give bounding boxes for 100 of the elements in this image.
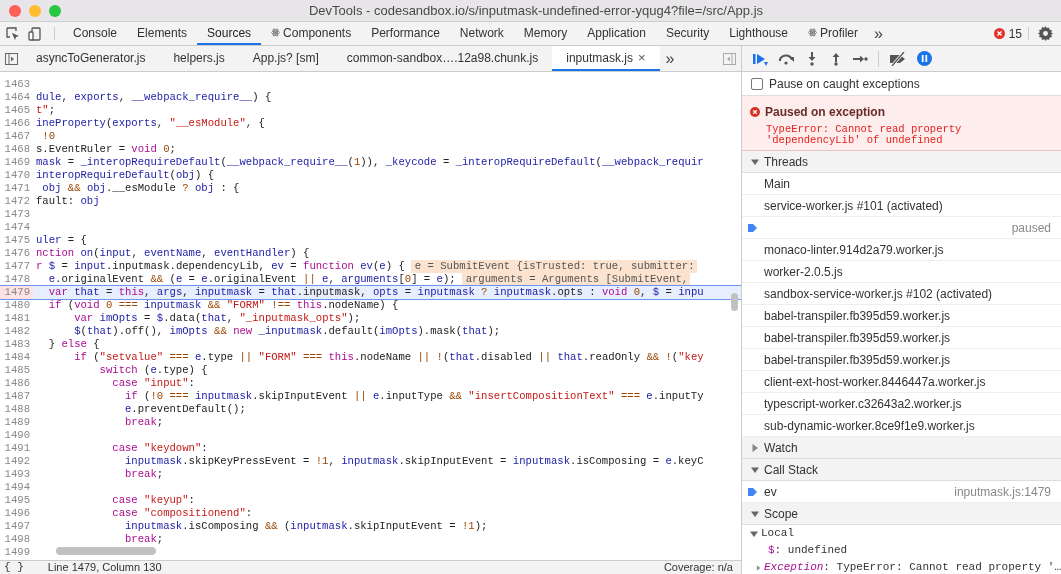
collapsed-triangle-icon <box>756 563 761 572</box>
expanded-triangle-icon <box>751 465 759 474</box>
line-number: 1499 <box>3 546 31 559</box>
error-counter[interactable]: 15 <box>987 22 1028 45</box>
code-line: e.preventDefault(); <box>124 403 246 416</box>
code-line: if (void 0 === inputmask && "FORM" !== this.nodeName) { <box>47 299 399 312</box>
code-line: !0 <box>41 130 56 143</box>
line-number: 1488 <box>3 403 31 416</box>
code-line: if ("setvalue" === e.type || "FORM" === this.nodeName || !(that.disabled || that.readOnly && !("key <box>73 351 704 364</box>
thread-item[interactable]: Main <box>742 173 1061 195</box>
code-line: case "compositionend": <box>111 507 253 520</box>
resume-icon[interactable] <box>752 51 768 66</box>
expanded-triangle-icon <box>751 157 759 166</box>
error-icon <box>993 28 1005 39</box>
code-line: case "keydown": <box>111 442 208 455</box>
line-number: 1475 <box>3 234 31 247</box>
code-line: t"; <box>36 104 56 117</box>
code-line: case "input": <box>111 377 195 390</box>
line-number: 1479 <box>0 286 33 299</box>
code-line: break; <box>124 468 164 481</box>
thread-item[interactable]: sandbox-service-worker.js #102 (activated) <box>742 283 1061 305</box>
thread-item[interactable]: babel-transpiler.fb395d59.worker.js <box>742 327 1061 349</box>
expanded-triangle-icon <box>751 509 759 518</box>
line-number: 1477 <box>3 260 31 273</box>
thread-item[interactable]: babel-transpiler.fb395d59.worker.js <box>742 305 1061 327</box>
vertical-scrollbar-thumb[interactable] <box>731 293 738 311</box>
line-number: 1487 <box>3 390 31 403</box>
current-frame-arrow-icon <box>748 487 757 497</box>
file-tab[interactable]: helpers.js <box>159 46 239 71</box>
scope-header[interactable]: Scope <box>742 503 1061 525</box>
close-window-button[interactable] <box>9 4 21 17</box>
more-files-button[interactable]: » <box>659 46 681 71</box>
line-number: 1486 <box>3 377 31 390</box>
step-icon[interactable] <box>853 53 868 64</box>
inline-value: e = SubmitEvent {isTrusted: true, submitter: <box>410 260 697 273</box>
line-number: 1493 <box>3 468 31 481</box>
thread-item[interactable]: paused <box>742 217 1061 239</box>
code-line: inputmask.skipKeyPressEvent = !1, inputmask.skipInputEvent = inputmask.isComposing = e.keyC <box>124 455 704 468</box>
line-number: 1470 <box>3 169 31 182</box>
thread-item[interactable]: babel-transpiler.fb395d59.worker.js <box>742 349 1061 371</box>
panel-tab[interactable]: Performance <box>361 22 450 45</box>
line-number: 1490 <box>3 429 31 442</box>
call-stack-header[interactable]: Call Stack <box>742 459 1061 481</box>
panel-tab[interactable]: Memory <box>513 22 578 45</box>
code-line: interopRequireDefault(obj) { <box>36 169 215 182</box>
panel-tab[interactable]: Network <box>449 22 514 45</box>
line-number: 1491 <box>3 442 31 455</box>
scope-variable[interactable]: Exception: TypeError: Cannot read property '… <box>763 559 1061 574</box>
more-tabs-button[interactable]: » <box>868 22 889 45</box>
line-number: 1471 <box>3 182 31 195</box>
file-tab[interactable]: common-sandbox….12a98.chunk.js <box>332 46 553 71</box>
step-over-icon[interactable] <box>778 52 795 65</box>
line-number: 1492 <box>3 455 31 468</box>
line-number: 1468 <box>3 143 31 156</box>
code-line: nction on(input, eventName, eventHandler) { <box>36 247 310 260</box>
code-line: } else { <box>47 338 100 351</box>
file-tab[interactable]: asyncToGenerator.js <box>22 46 160 71</box>
thread-item[interactable]: worker-2.0.5.js <box>742 261 1061 283</box>
close-tab-button[interactable]: × <box>637 51 646 64</box>
panel-tab[interactable]: Security <box>655 22 720 45</box>
code-line: break; <box>124 533 164 546</box>
thread-item[interactable]: service-worker.js #101 (activated) <box>742 195 1061 217</box>
horizontal-scrollbar-thumb[interactable] <box>56 547 156 555</box>
code-line: $(that).off(), imOpts && new _inputmask.default(imOpts).mask(that); <box>73 325 501 338</box>
line-number: 1482 <box>3 325 31 338</box>
line-number: 1464 <box>3 91 31 104</box>
window-title: DevTools - codesandbox.io/s/inputmask-undefined-error-yqug4?file=/src/App.js <box>308 1 764 20</box>
line-number: 1494 <box>3 481 31 494</box>
thread-item[interactable]: typescript-worker.c32643a2.worker.js <box>742 393 1061 415</box>
file-tab[interactable]: inputmask.js × <box>552 46 660 71</box>
code-line: switch (e.type) { <box>98 364 208 377</box>
panel-tab[interactable]: Elements <box>127 22 198 45</box>
line-number: 1480 <box>3 299 31 312</box>
pretty-print-button[interactable]: { } <box>0 561 28 573</box>
line-number: 1474 <box>3 221 31 234</box>
threads-header[interactable]: Threads <box>742 151 1061 173</box>
code-line: case "keyup": <box>111 494 195 507</box>
code-line: uler = { <box>36 234 87 247</box>
code-line: e.originalEvent && (e = e.originalEvent || e, arguments[0] = e); <box>47 273 456 286</box>
panel-tab[interactable]: Console <box>63 22 128 45</box>
thread-item[interactable]: client-ext-host-worker.8446447a.worker.js <box>742 371 1061 393</box>
scope-group[interactable]: Local <box>742 525 1061 542</box>
pause-on-exceptions-icon[interactable] <box>917 51 932 66</box>
line-number: 1467 <box>3 130 31 143</box>
watch-header[interactable]: Watch <box>742 437 1061 459</box>
panel-tab[interactable]: Profiler <box>798 22 868 45</box>
thread-item[interactable]: monaco-linter.914d2a79.worker.js <box>742 239 1061 261</box>
file-tab[interactable]: App.js? [sm] <box>238 46 333 71</box>
line-number: 1473 <box>3 208 31 221</box>
expanded-triangle-icon <box>750 529 758 538</box>
deactivate-breakpoints-icon[interactable] <box>889 51 907 66</box>
panel-tab[interactable]: Application <box>577 22 656 45</box>
code-line: var imOpts = $.data(that, "_inputmask_opts"); <box>73 312 361 325</box>
panel-tab[interactable]: Lighthouse <box>719 22 798 45</box>
code-line: inputmask.isComposing && (inputmask.skipInputEvent = !1); <box>124 520 488 533</box>
panel-tab[interactable]: Components <box>261 22 362 45</box>
code-line: mask = _interopRequireDefault(__webpack_require__(1)), _keycode = _interopRequireDefault(__webpack_requir <box>36 156 704 169</box>
line-number: 1463 <box>3 78 31 91</box>
exception-message: TypeError: Cannot read property 'dependencyLib' of undefined <box>765 122 963 146</box>
line-number: 1476 <box>3 247 31 260</box>
